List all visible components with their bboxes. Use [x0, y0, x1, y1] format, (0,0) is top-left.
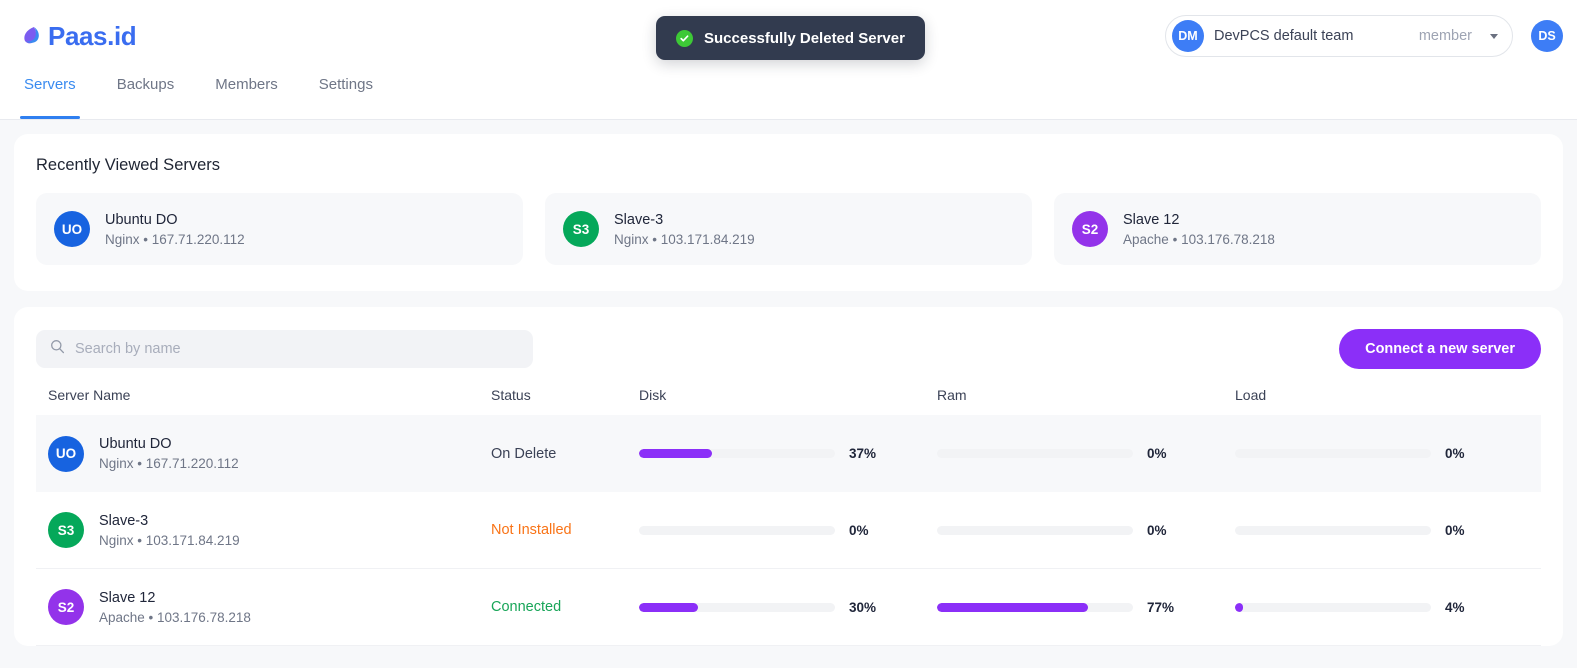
disk-value: 37% — [849, 446, 877, 461]
load-metric: 4% — [1235, 600, 1533, 615]
avatar: S2 — [48, 589, 84, 625]
server-detail: Nginx • 103.171.84.219 — [99, 532, 240, 548]
status-badge: On Delete — [491, 445, 557, 462]
top-bar-right: DM DevPCS default team member DS — [1165, 15, 1563, 57]
column-header-status: Status — [491, 387, 531, 403]
server-ip: 103.176.78.218 — [1181, 231, 1275, 247]
app-logo[interactable]: Paas.id — [20, 21, 137, 51]
disk-progress-bar — [639, 525, 835, 535]
toast-notification: Successfully Deleted Server — [656, 16, 925, 60]
table-row[interactable]: S2 Slave 12 Apache • 103.176.78.218 Conn… — [36, 569, 1541, 646]
server-name: Ubuntu DO — [99, 436, 172, 452]
table-header-row: Server Name Status Disk Ram Load — [36, 387, 1541, 415]
server-name: Slave 12 — [99, 589, 156, 606]
tab-members[interactable]: Members — [213, 72, 280, 119]
team-role: member — [1418, 28, 1472, 44]
column-header-server-name: Server Name — [48, 387, 131, 403]
ram-metric: 77% — [937, 600, 1235, 615]
disk-metric: 37% — [639, 446, 937, 461]
nav-tabs: Servers Backups Members Settings — [0, 72, 1577, 120]
separator-dot: • — [143, 231, 149, 247]
server-detail: Nginx • 167.71.220.112 — [105, 232, 245, 247]
server-detail: Apache • 103.176.78.218 — [1123, 232, 1275, 247]
server-name: Slave-3 — [614, 211, 664, 228]
server-name: Slave 12 — [1123, 211, 1180, 228]
server-detail: Apache • 103.176.78.218 — [99, 609, 251, 625]
ram-progress-bar — [937, 449, 1133, 458]
load-value: 4% — [1445, 599, 1465, 615]
table-row[interactable]: S3 Slave-3 Nginx • 103.171.84.219 Not In… — [36, 492, 1541, 569]
disk-progress-bar — [639, 449, 835, 458]
team-selector[interactable]: DM DevPCS default team member — [1165, 15, 1513, 57]
check-circle-icon — [676, 29, 693, 47]
disk-metric: 0% — [639, 523, 937, 538]
recent-server-card[interactable]: S3 Slave-3 Nginx • 103.171.84.219 — [545, 193, 1032, 265]
servers-table-card: Connect a new server Server Name Status … — [14, 307, 1563, 646]
ram-progress-bar — [937, 602, 1133, 612]
server-detail: Nginx • 167.71.220.112 — [99, 456, 239, 471]
leaf-droplet-icon — [20, 23, 46, 49]
page-title: Recently Viewed Servers — [36, 156, 221, 174]
server-detail: Nginx • 103.171.84.219 — [614, 232, 755, 247]
load-progress-bar — [1235, 449, 1431, 458]
search-input[interactable] — [75, 341, 519, 357]
server-stack: Apache — [1123, 231, 1169, 247]
search-icon — [50, 339, 65, 359]
ram-value: 77% — [1147, 599, 1175, 615]
avatar: UO — [54, 211, 90, 247]
team-name: DevPCS default team — [1214, 28, 1354, 44]
tab-servers[interactable]: Servers — [20, 72, 80, 119]
column-header-load: Load — [1235, 387, 1267, 403]
server-stack: Nginx — [614, 231, 649, 247]
search-box[interactable] — [36, 330, 533, 368]
table-row[interactable]: UO Ubuntu DO Nginx • 167.71.220.112 On D… — [36, 415, 1541, 492]
column-header-ram: Ram — [937, 387, 967, 403]
toast-message: Successfully Deleted Server — [704, 29, 905, 47]
connect-new-server-button[interactable]: Connect a new server — [1339, 329, 1541, 369]
load-metric: 0% — [1235, 523, 1533, 538]
load-progress-bar — [1235, 525, 1431, 535]
page-content: Recently Viewed Servers UO Ubuntu DO Ngi… — [0, 120, 1577, 646]
recent-server-card[interactable]: S2 Slave 12 Apache • 103.176.78.218 — [1054, 193, 1541, 265]
ram-value: 0% — [1147, 522, 1167, 538]
chevron-down-icon — [1490, 33, 1498, 39]
recently-viewed-list: UO Ubuntu DO Nginx • 167.71.220.112 S3 S… — [36, 193, 1541, 265]
disk-value: 30% — [849, 599, 877, 615]
recent-server-card[interactable]: UO Ubuntu DO Nginx • 167.71.220.112 — [36, 193, 523, 265]
server-ip: 103.171.84.219 — [660, 231, 755, 247]
disk-progress-bar — [639, 602, 835, 612]
avatar: S2 — [1072, 211, 1108, 247]
brand-name: Paas.id — [48, 21, 137, 51]
load-metric: 0% — [1235, 446, 1533, 461]
team-avatar: DM — [1172, 20, 1204, 52]
server-ip: 167.71.220.112 — [151, 231, 245, 247]
table-body: UO Ubuntu DO Nginx • 167.71.220.112 On D… — [36, 415, 1541, 646]
server-stack: Nginx — [105, 231, 140, 247]
recently-viewed-card: Recently Viewed Servers UO Ubuntu DO Ngi… — [14, 134, 1563, 291]
avatar: S3 — [563, 211, 599, 247]
ram-value: 0% — [1147, 446, 1167, 461]
load-value: 0% — [1445, 522, 1465, 538]
status-badge: Not Installed — [491, 522, 572, 538]
tab-settings[interactable]: Settings — [317, 72, 375, 119]
server-name: Ubuntu DO — [105, 211, 178, 228]
load-value: 0% — [1445, 446, 1465, 461]
separator-dot: • — [652, 231, 658, 247]
server-name: Slave-3 — [99, 512, 149, 529]
ram-metric: 0% — [937, 446, 1235, 461]
disk-value: 0% — [849, 522, 869, 538]
avatar: S3 — [48, 512, 84, 548]
load-progress-bar — [1235, 602, 1431, 612]
separator-dot: • — [1172, 231, 1178, 247]
status-badge: Connected — [491, 599, 562, 615]
tab-backups[interactable]: Backups — [115, 72, 177, 119]
table-toolbar: Connect a new server — [36, 329, 1541, 369]
user-avatar[interactable]: DS — [1531, 20, 1563, 52]
ram-progress-bar — [937, 525, 1133, 535]
column-header-disk: Disk — [639, 387, 667, 403]
avatar: UO — [48, 435, 84, 472]
ram-metric: 0% — [937, 523, 1235, 538]
disk-metric: 30% — [639, 600, 937, 615]
